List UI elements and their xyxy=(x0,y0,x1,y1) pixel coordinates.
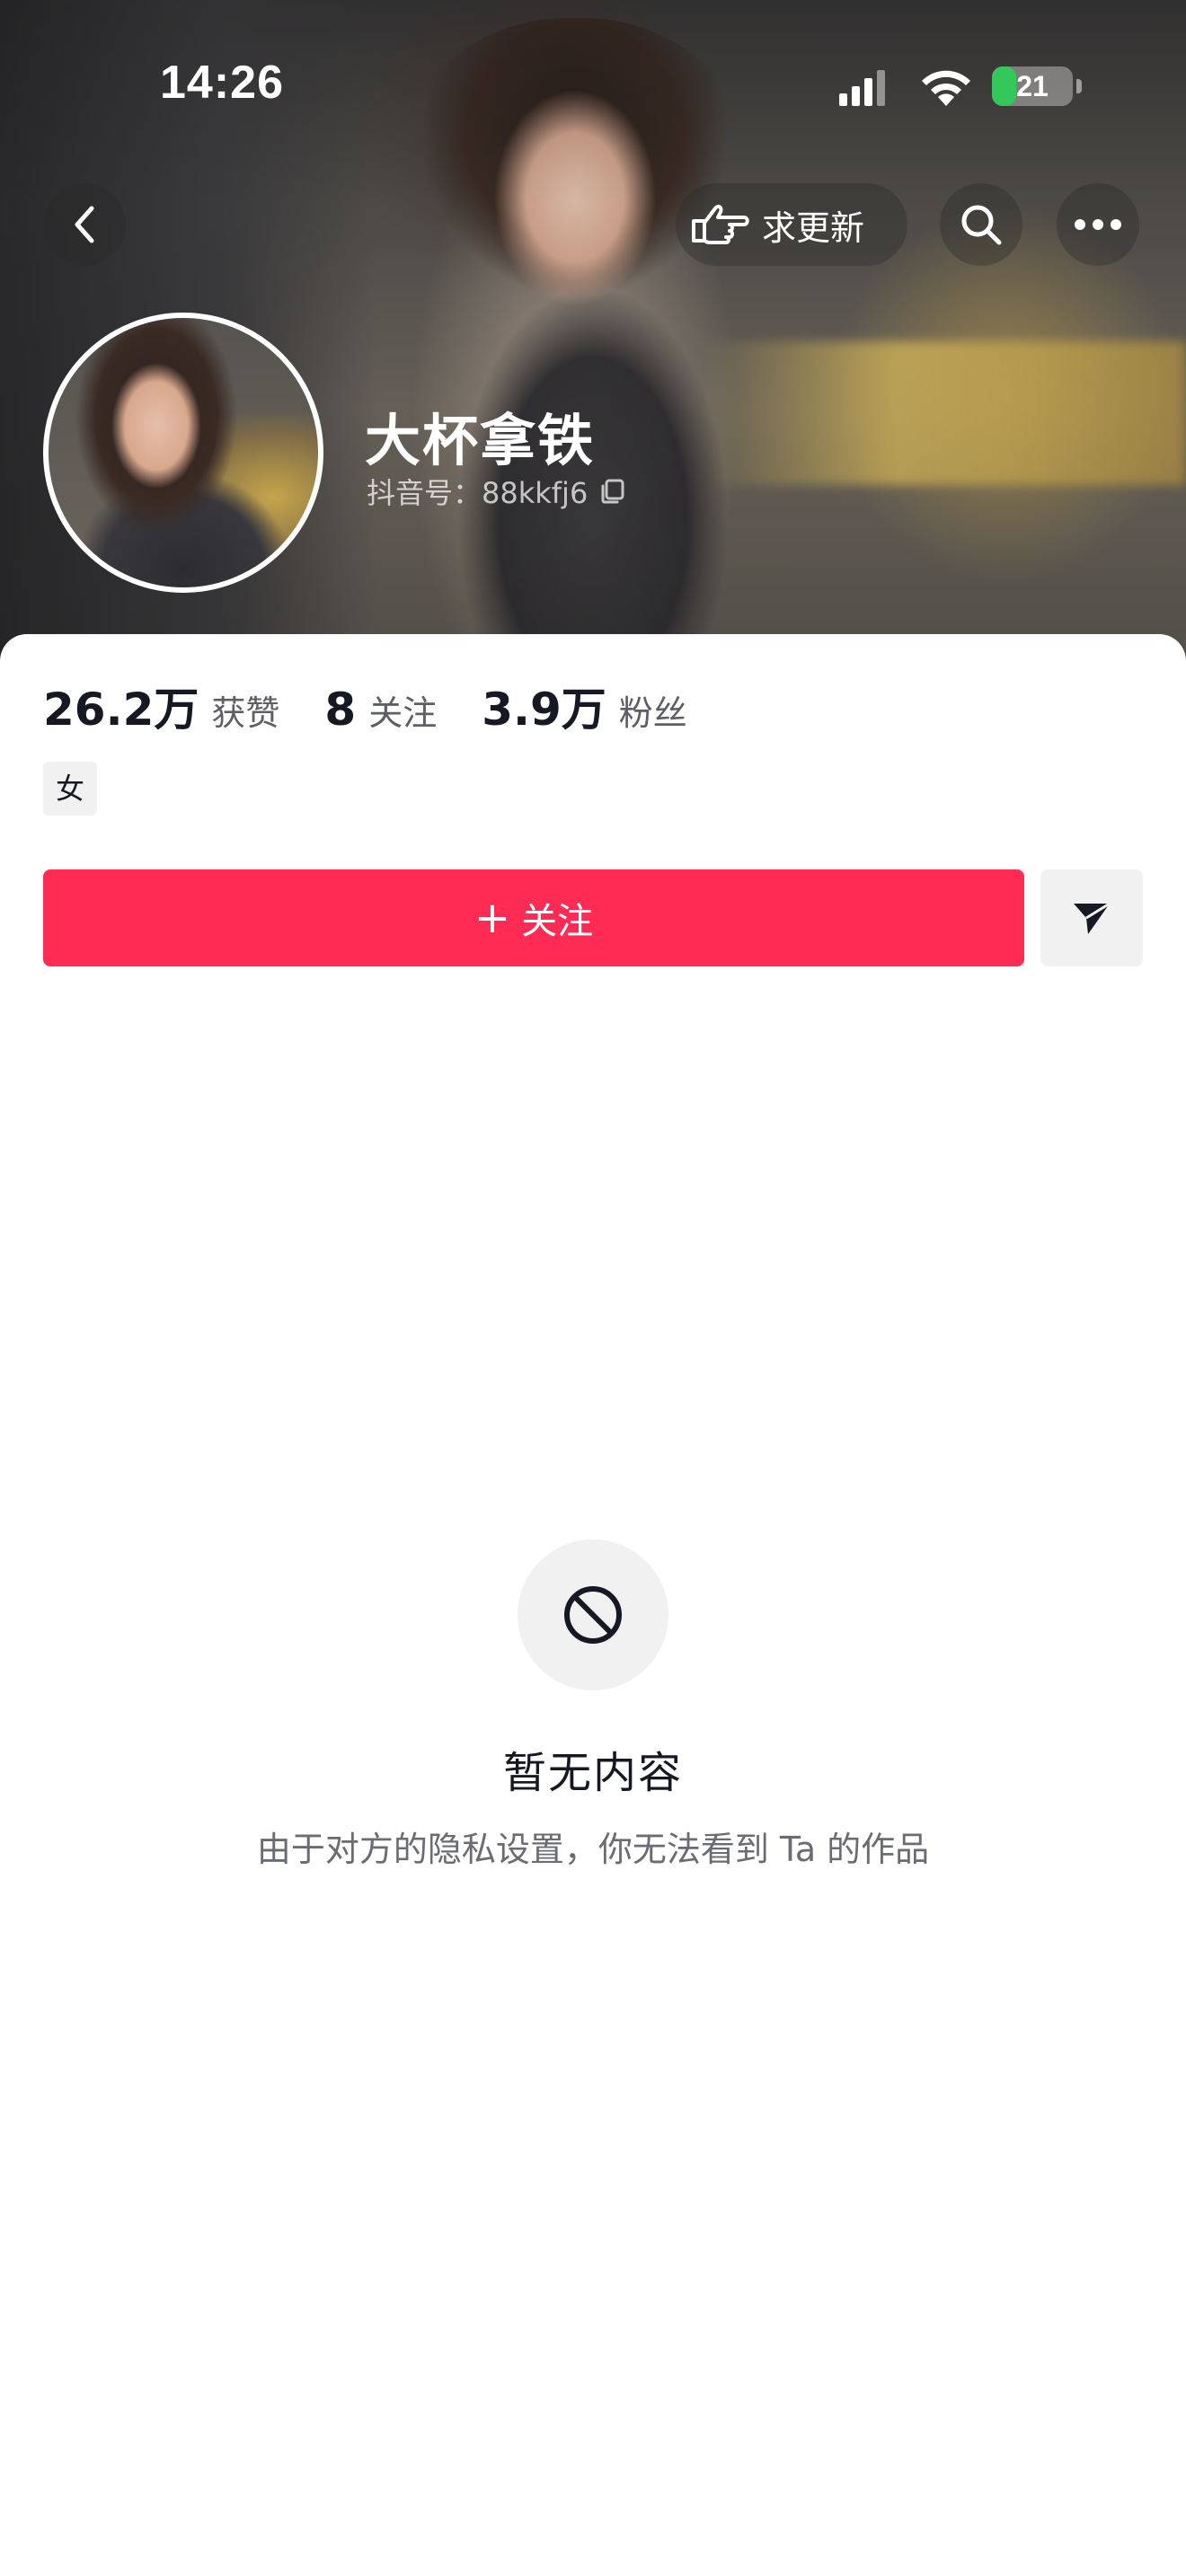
stat-following-value: 8 xyxy=(324,684,357,736)
empty-state-title: 暂无内容 xyxy=(502,1748,683,1798)
plus-icon: + xyxy=(474,893,511,943)
profile-stats: 26.2万 获赞 8 关注 3.9万 粉丝 xyxy=(43,674,732,738)
follow-label: 关注 xyxy=(521,901,594,942)
send-icon xyxy=(1074,902,1111,934)
stat-likes-value: 26.2万 xyxy=(43,684,199,736)
profile-nickname: 大杯拿铁 xyxy=(365,408,596,473)
send-message-button[interactable] xyxy=(1040,869,1143,966)
battery-tip xyxy=(1076,79,1082,93)
status-time: 14:26 xyxy=(160,57,284,109)
empty-state-icon-container xyxy=(518,1539,668,1690)
stat-following-label: 关注 xyxy=(368,693,438,733)
search-button[interactable] xyxy=(940,183,1022,266)
account-id: 抖音号：88kkfj6 xyxy=(367,471,627,512)
copy-icon[interactable] xyxy=(598,477,627,506)
stat-likes[interactable]: 26.2万 获赞 xyxy=(43,674,279,738)
cellular-signal-icon xyxy=(839,70,885,106)
stat-followers-label: 粉丝 xyxy=(618,693,687,733)
stat-followers-value: 3.9万 xyxy=(482,684,606,736)
account-id-text: 抖音号：88kkfj6 xyxy=(367,476,589,510)
search-icon xyxy=(961,205,1002,245)
prohibited-icon xyxy=(564,1586,622,1644)
more-options-button[interactable] xyxy=(1057,183,1139,266)
wifi-icon xyxy=(922,70,970,106)
pointing-hand-icon xyxy=(692,204,749,244)
follow-button[interactable]: + 关注 xyxy=(43,869,1024,966)
empty-state-description: 由于对方的隐私设置，你无法看到 Ta 的作品 xyxy=(256,1830,930,1869)
avatar[interactable] xyxy=(43,313,323,593)
stat-following[interactable]: 8 关注 xyxy=(324,684,437,736)
gender-tag: 女 xyxy=(43,762,97,816)
stat-likes-label: 获赞 xyxy=(211,693,280,733)
more-dots-icon xyxy=(1075,219,1121,230)
request-update-label: 求更新 xyxy=(762,207,865,248)
back-button[interactable] xyxy=(43,183,126,266)
chevron-left-icon xyxy=(75,206,94,243)
battery-level: 21 xyxy=(1016,70,1049,102)
stat-followers[interactable]: 3.9万 粉丝 xyxy=(482,674,687,738)
request-update-button[interactable]: 求更新 xyxy=(676,183,907,266)
battery-indicator: 21 xyxy=(992,66,1073,106)
